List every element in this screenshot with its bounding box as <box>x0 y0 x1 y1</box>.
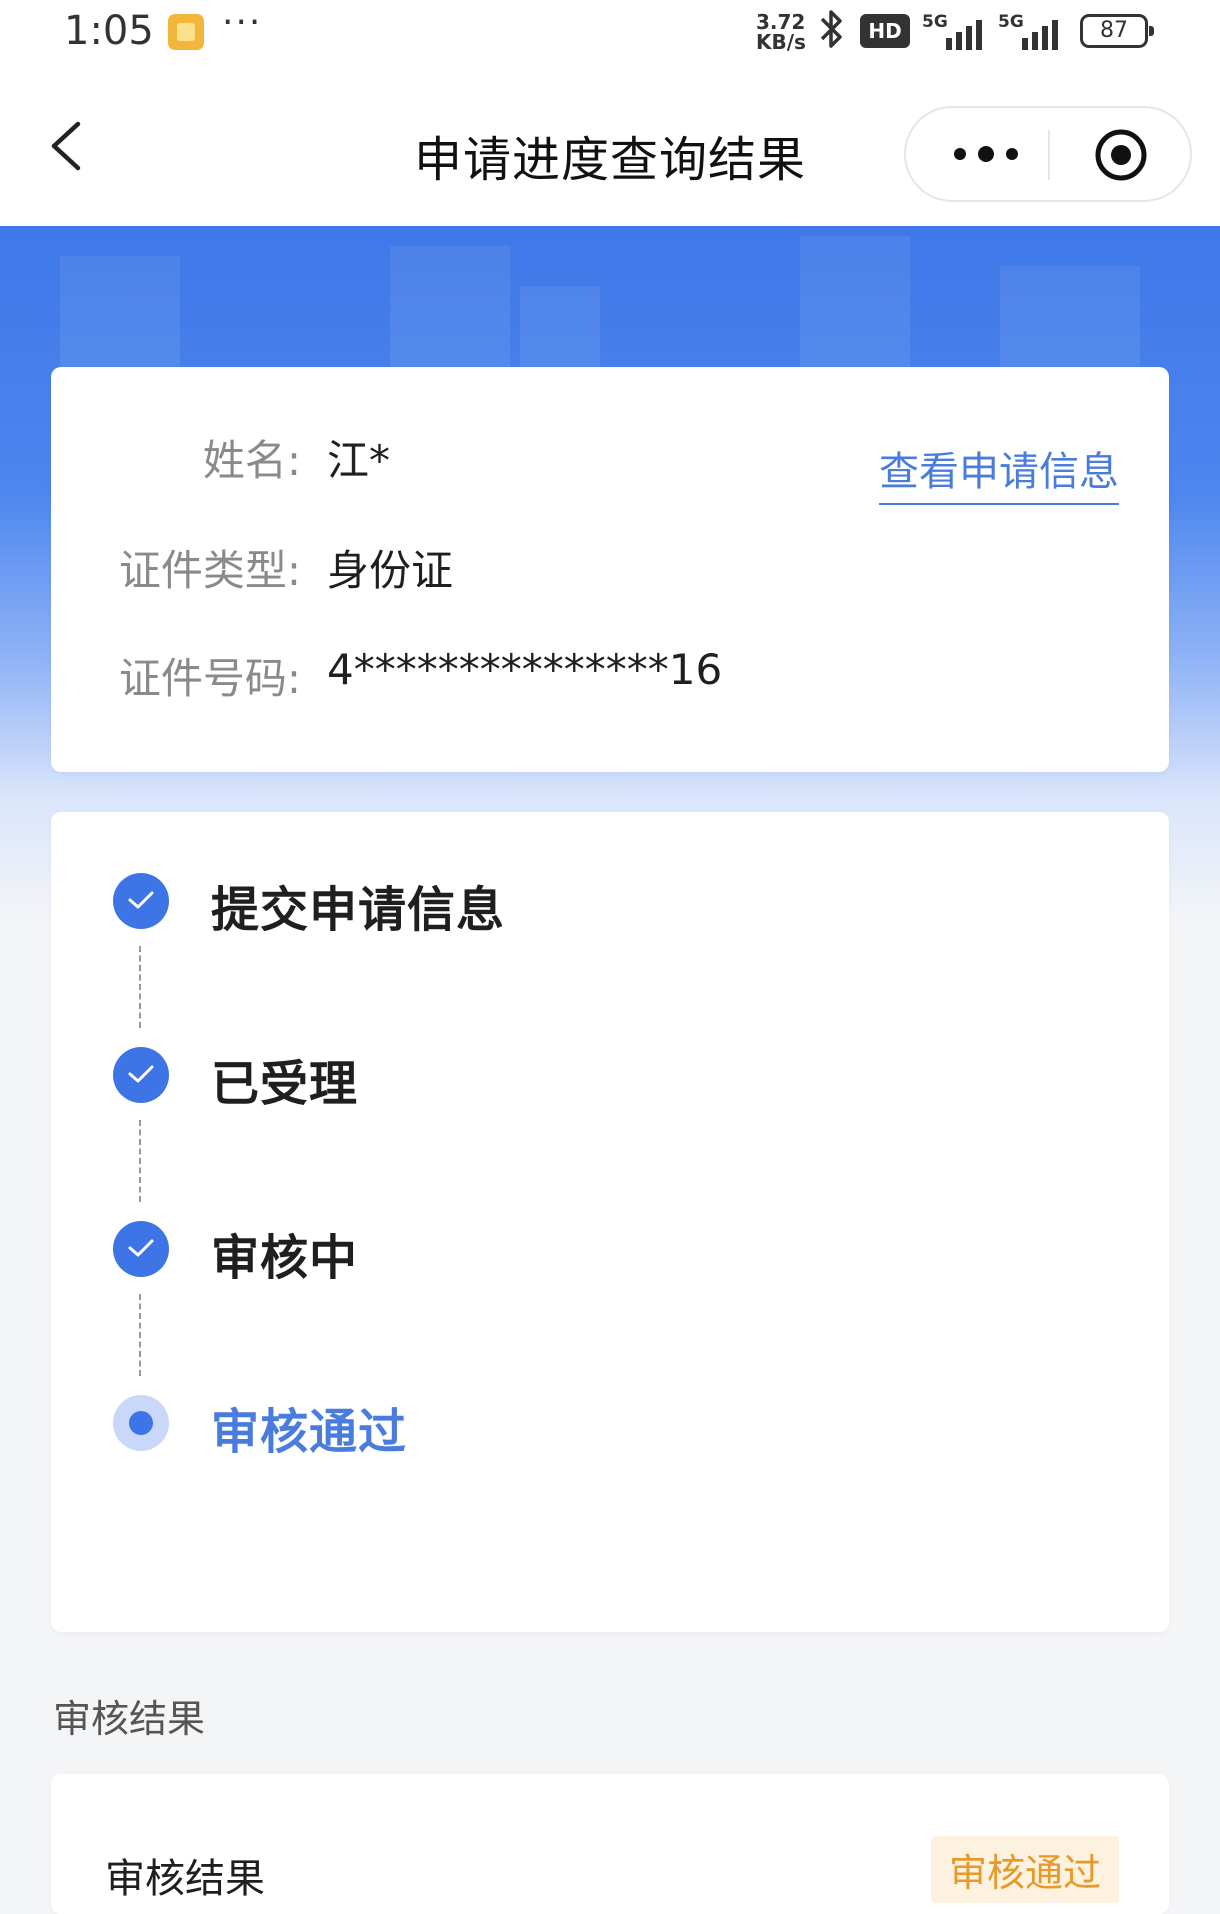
progress-steps-card: 提交申请信息 已受理 审核中 审核通过 <box>51 812 1169 1632</box>
step-connector <box>139 1294 141 1376</box>
more-dots-icon <box>954 146 1018 162</box>
signal-icon-2: 5G <box>998 12 1068 50</box>
step-label: 审核中 <box>211 1230 359 1286</box>
step-connector <box>139 1120 141 1202</box>
step-connector <box>139 946 141 1028</box>
id-type-value: 身份证 <box>327 546 454 595</box>
step-done-check-icon <box>113 1221 169 1277</box>
status-bar: 1:05 ··· 3.72 KB/s HD 5G 5G 87 <box>0 0 1220 70</box>
hd-voice-icon: HD <box>860 14 910 48</box>
step-current-dot-icon <box>113 1395 169 1451</box>
view-application-link[interactable]: 查看申请信息 <box>879 439 1119 505</box>
mini-program-capsule <box>904 106 1192 202</box>
step-done-check-icon <box>113 1047 169 1103</box>
applicant-info-card: 姓名: 江* 查看申请信息 证件类型: 身份证 证件号码: 4*********… <box>51 367 1169 772</box>
more-notifications-icon: ··· <box>222 2 263 43</box>
name-value: 江* <box>327 436 391 485</box>
step-done-check-icon <box>113 873 169 929</box>
result-section-title: 审核结果 <box>53 1697 206 1741</box>
status-badge: 审核通过 <box>930 1836 1119 1903</box>
more-options-button[interactable] <box>946 130 1026 178</box>
nav-bar: 申请进度查询结果 <box>0 70 1220 226</box>
id-type-label: 证件类型: <box>118 546 301 595</box>
network-speed-unit: KB/s <box>756 30 806 54</box>
signal-icon-1: 5G <box>922 12 992 50</box>
capsule-divider <box>1048 130 1050 180</box>
step-label: 已受理 <box>211 1056 359 1112</box>
close-mini-program-button[interactable] <box>1092 126 1150 184</box>
network-speed: 3.72 KB/s <box>756 12 806 52</box>
step-label-current: 审核通过 <box>211 1404 408 1460</box>
result-row-label: 审核结果 <box>105 1856 265 1902</box>
result-card: 审核结果 审核通过 <box>51 1774 1169 1914</box>
bluetooth-icon <box>818 8 846 60</box>
id-number-value: 4***************16 <box>327 645 723 694</box>
name-label: 姓名: <box>202 436 301 485</box>
id-number-label: 证件号码: <box>118 654 301 703</box>
target-circle-icon <box>1095 129 1147 181</box>
signal-1-label: 5G <box>922 12 948 32</box>
notes-app-icon <box>168 14 204 50</box>
signal-2-label: 5G <box>998 12 1024 32</box>
battery-icon: 87 <box>1080 14 1154 48</box>
step-label: 提交申请信息 <box>211 882 506 938</box>
status-time: 1:05 <box>64 8 154 54</box>
network-speed-value: 3.72 <box>756 10 806 34</box>
